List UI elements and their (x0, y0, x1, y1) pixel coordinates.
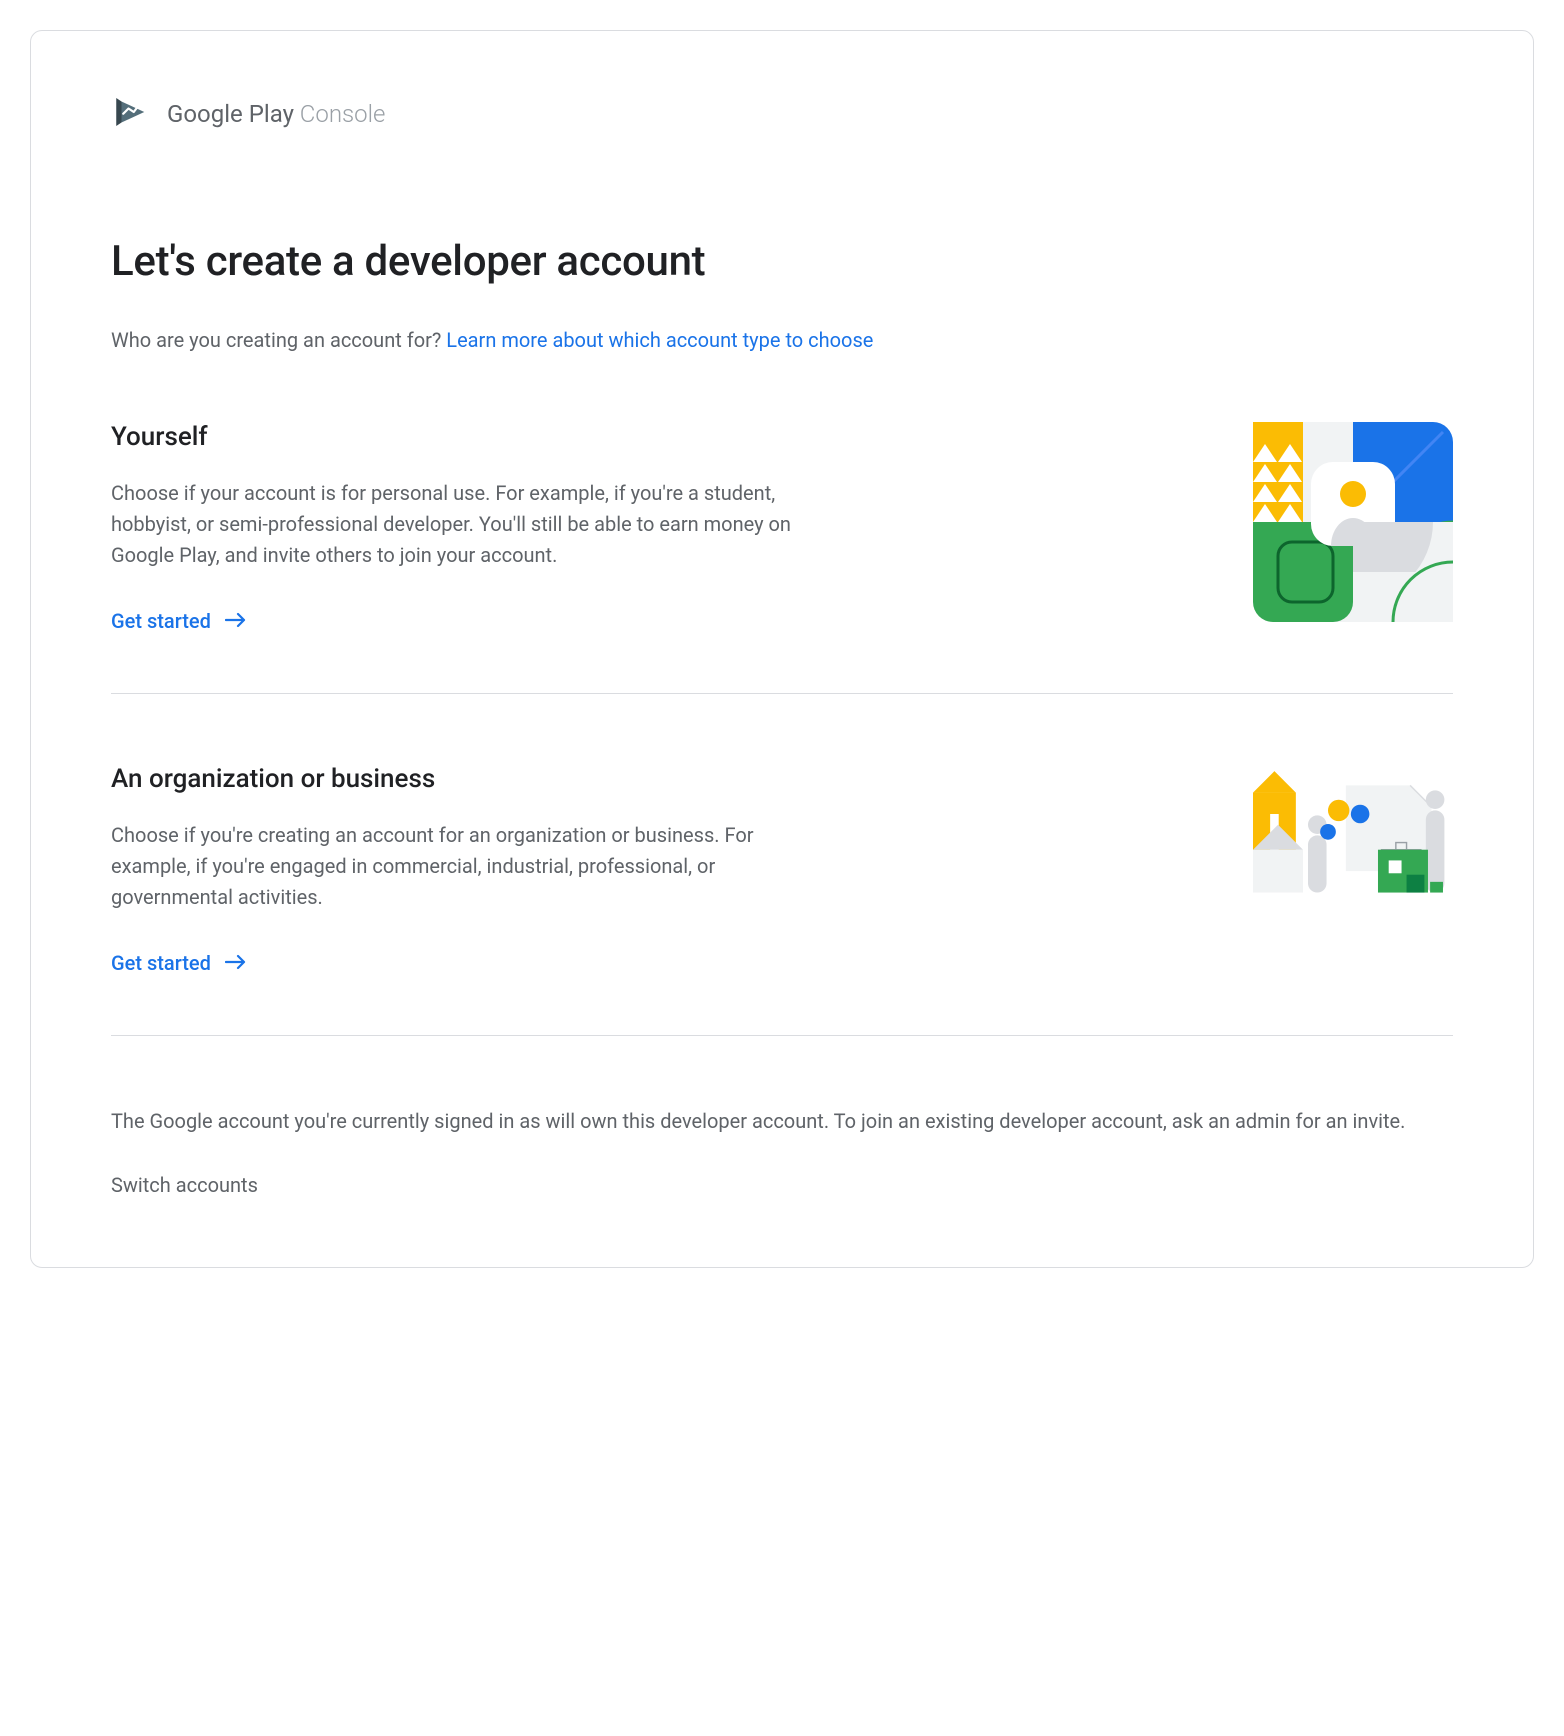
signup-card: Google Play Console Let's create a devel… (30, 30, 1534, 1268)
logo-text: Google Play Console (167, 100, 385, 128)
logo-text-play: Google Play (167, 100, 294, 128)
divider (111, 693, 1453, 694)
play-console-logo-icon (111, 91, 153, 137)
subtitle-prefix: Who are you creating an account for? (111, 328, 446, 352)
option-yourself: Yourself Choose if your account is for p… (111, 422, 1453, 693)
learn-more-link[interactable]: Learn more about which account type to c… (446, 328, 873, 352)
divider (111, 1035, 1453, 1036)
get-started-label: Get started (111, 951, 211, 975)
logo-row: Google Play Console (111, 91, 1453, 137)
option-yourself-description: Choose if your account is for personal u… (111, 478, 791, 571)
page-title: Let's create a developer account (111, 237, 1453, 286)
get-started-yourself-button[interactable]: Get started (111, 609, 247, 633)
subtitle: Who are you creating an account for? Lea… (111, 328, 1453, 352)
switch-accounts-link[interactable]: Switch accounts (111, 1173, 258, 1197)
option-organization-title: An organization or business (111, 764, 791, 794)
option-organization: An organization or business Choose if yo… (111, 764, 1453, 1035)
footer-text: The Google account you're currently sign… (111, 1106, 1453, 1137)
option-organization-content: An organization or business Choose if yo… (111, 764, 791, 975)
organization-illustration (1253, 764, 1453, 964)
arrow-right-icon (225, 609, 247, 633)
get-started-label: Get started (111, 609, 211, 633)
arrow-right-icon (225, 951, 247, 975)
option-yourself-content: Yourself Choose if your account is for p… (111, 422, 791, 633)
logo-text-console: Console (294, 100, 386, 128)
option-organization-description: Choose if you're creating an account for… (111, 820, 791, 913)
option-yourself-title: Yourself (111, 422, 791, 452)
get-started-organization-button[interactable]: Get started (111, 951, 247, 975)
yourself-illustration (1253, 422, 1453, 622)
